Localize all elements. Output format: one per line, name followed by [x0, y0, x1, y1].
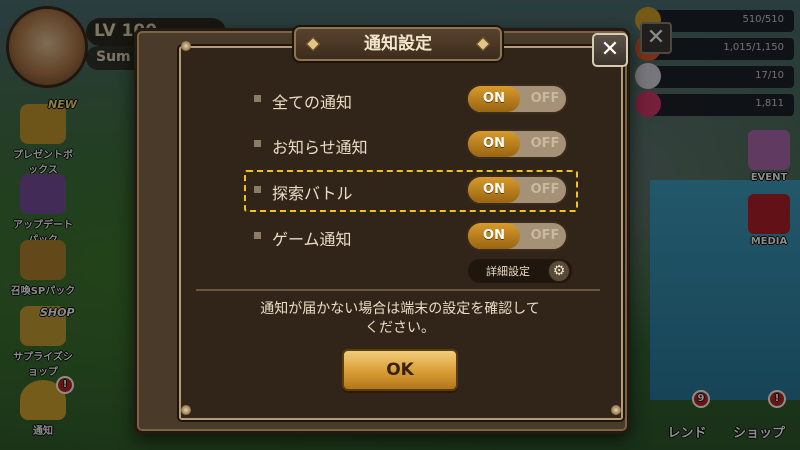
setting-row-news: お知らせ通知 ON OFF: [250, 129, 570, 161]
setting-label: 全ての通知: [272, 93, 353, 112]
bullet-icon: [254, 232, 261, 239]
toggle-off-label: OFF: [530, 91, 560, 106]
toggle-on-label: ON: [468, 223, 520, 249]
all-notifications-toggle[interactable]: ON OFF: [466, 84, 568, 114]
gear-icon: ⚙: [548, 260, 570, 282]
ok-label: OK: [386, 360, 414, 380]
ok-button[interactable]: OK: [342, 349, 458, 391]
help-message-line: ください。: [365, 320, 435, 336]
toggle-on-label: ON: [468, 131, 520, 157]
setting-row-game: ゲーム通知 ON OFF: [250, 221, 570, 253]
title-ornament-icon: [475, 36, 491, 52]
help-message: 通知が届かない場合は端末の設定を確認して ください。: [210, 300, 590, 338]
game-notifications-toggle[interactable]: ON OFF: [466, 221, 568, 251]
close-icon: ✕: [600, 37, 620, 62]
setting-label: ゲーム通知: [272, 230, 352, 249]
divider: [196, 289, 600, 291]
frame-rivet: [181, 41, 191, 51]
dialog-title: 通知設定: [292, 25, 504, 63]
toggle-off-label: OFF: [530, 136, 560, 151]
detail-settings-label: 詳細設定: [486, 265, 530, 278]
close-button[interactable]: ✕: [592, 33, 628, 67]
toggle-on-label: ON: [468, 86, 520, 112]
setting-row-all: 全ての通知 ON OFF: [250, 84, 570, 116]
bullet-icon: [254, 95, 261, 102]
toggle-off-label: OFF: [530, 228, 560, 243]
frame-rivet: [611, 405, 621, 415]
bullet-icon: [254, 140, 261, 147]
highlight-frame: [244, 170, 578, 212]
help-message-line: 通知が届かない場合は端末の設定を確認して: [260, 301, 540, 317]
frame-rivet: [181, 405, 191, 415]
news-notifications-toggle[interactable]: ON OFF: [466, 129, 568, 159]
title-ornament-icon: [305, 36, 321, 52]
setting-label: お知らせ通知: [272, 138, 368, 157]
dialog-title-text: 通知設定: [364, 34, 432, 54]
detail-settings-button[interactable]: 詳細設定 ⚙: [468, 259, 572, 283]
